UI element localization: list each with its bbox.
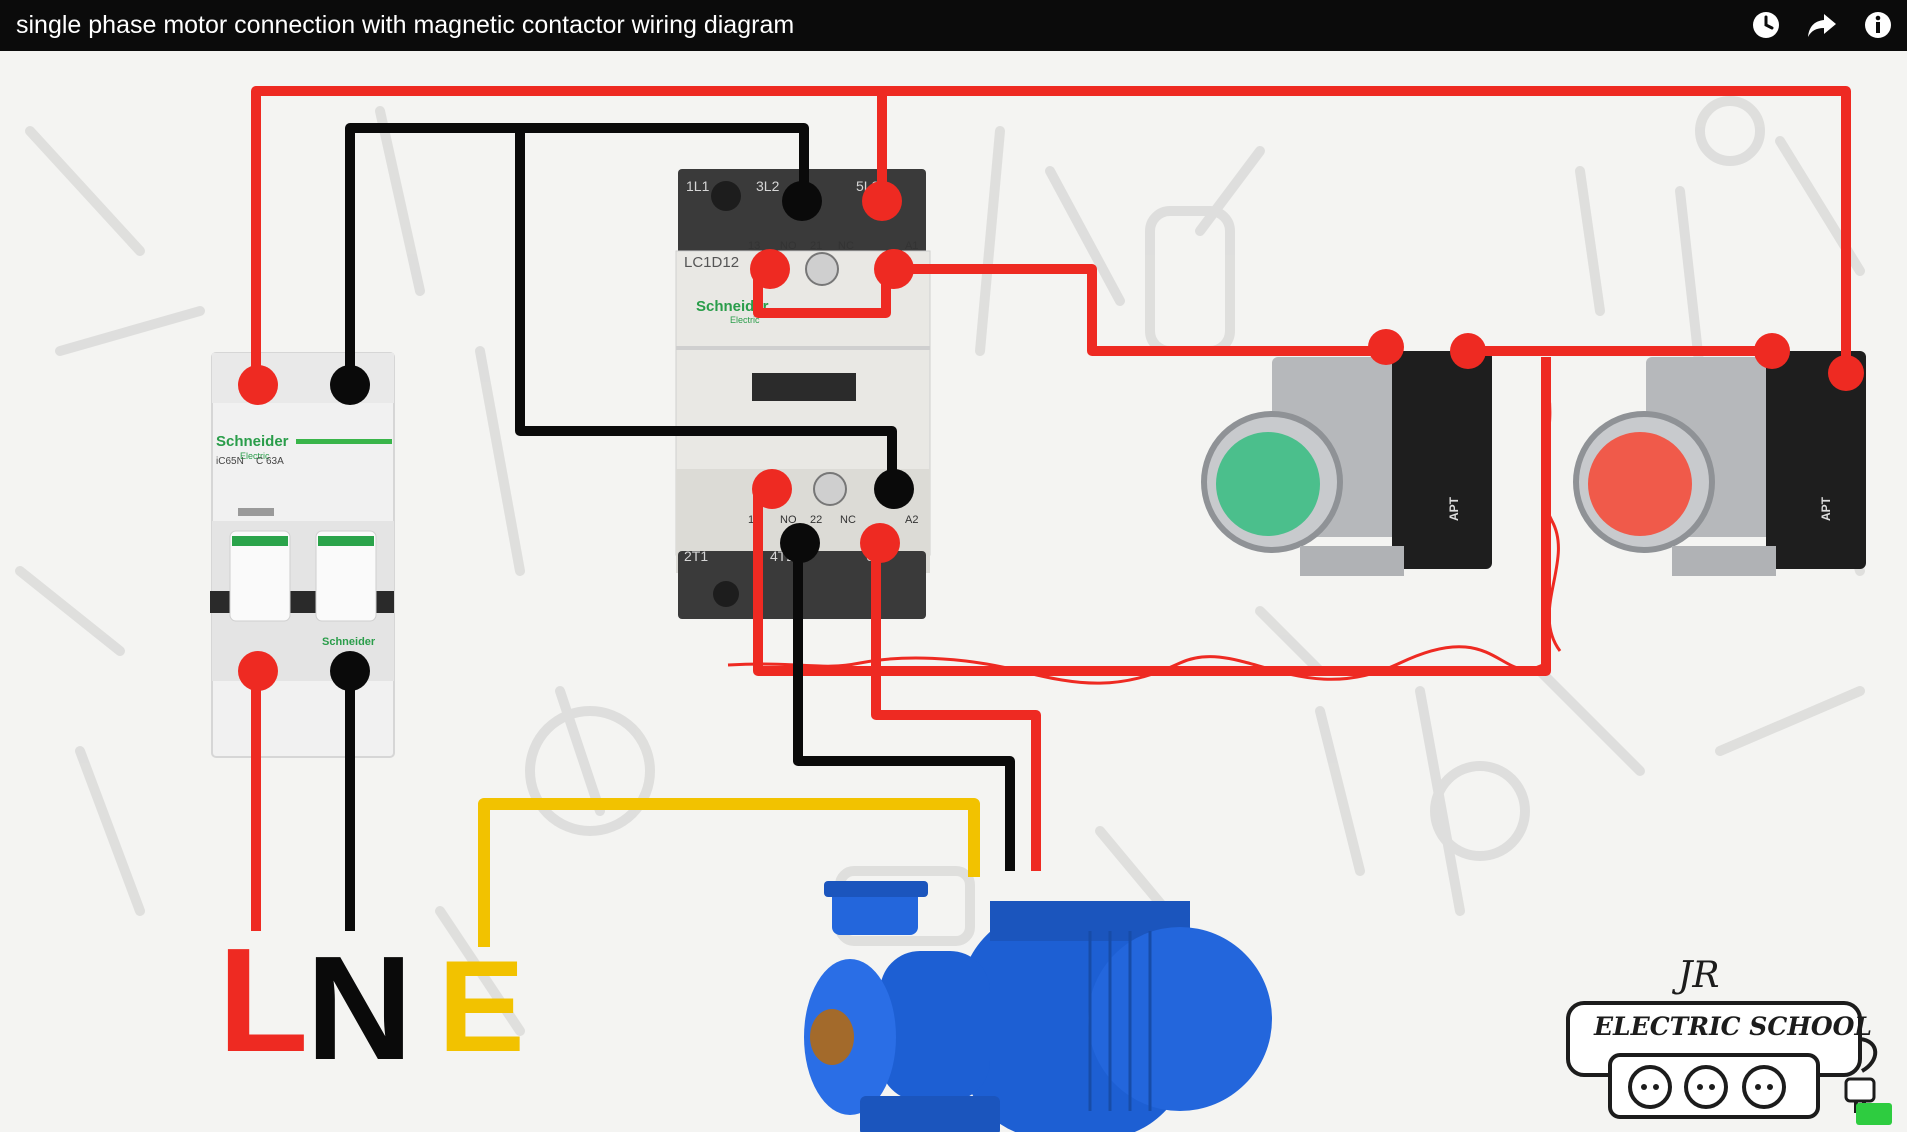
stop-push-button: APT [1573,351,1866,576]
breaker-model: iC65N [216,456,244,467]
aux-top-21: 21 [810,240,822,252]
video-title-bar: single phase motor connection with magne… [0,0,1907,51]
stop-button-brand: APT [1819,496,1833,521]
diagram-stage: Schneider Electric iC65N C 63A Schneider… [0,51,1907,1132]
start-button-brand: APT [1447,496,1461,521]
pump-motor [804,881,1272,1132]
aux-bottom-a2: A2 [905,514,918,526]
wiring-diagram: Schneider Electric iC65N C 63A Schneider… [15,86,1892,1132]
earth-label: E [438,933,525,1079]
contactor-model: LC1D12 [684,254,739,271]
aux-top-nc: NC [838,240,854,252]
start-push-button: APT [1201,351,1492,576]
breaker-brand: Schneider [216,433,289,450]
share-icon[interactable] [1803,6,1841,44]
video-title: single phase motor connection with magne… [16,11,795,39]
contactor-terminal-2t1: 2T1 [684,548,708,564]
breaker-rating: C 63A [256,456,284,467]
neutral-label: N [306,926,413,1091]
circuit-breaker: Schneider Electric iC65N C 63A Schneider [210,352,395,758]
aux-top-no: NO [780,240,797,252]
aux-top-a1: A1 [905,240,918,252]
aux-bottom-nc: NC [840,514,856,526]
clock-icon[interactable] [1747,6,1785,44]
line-label: L [218,918,308,1083]
contactor-terminal-3l2: 3L2 [756,178,780,194]
contactor-terminal-1l1: 1L1 [686,178,710,194]
info-icon[interactable] [1859,6,1897,44]
breaker-bottom-brand: Schneider [322,636,376,648]
aux-top-13: 13 [748,240,760,252]
logo-initials: JR [1671,955,1720,996]
logo-text: ELECTRIC SCHOOL [1593,1012,1872,1041]
aux-bottom-22: 22 [810,514,822,526]
electric-school-logo: JR ELECTRIC SCHOOL [1566,955,1892,1125]
